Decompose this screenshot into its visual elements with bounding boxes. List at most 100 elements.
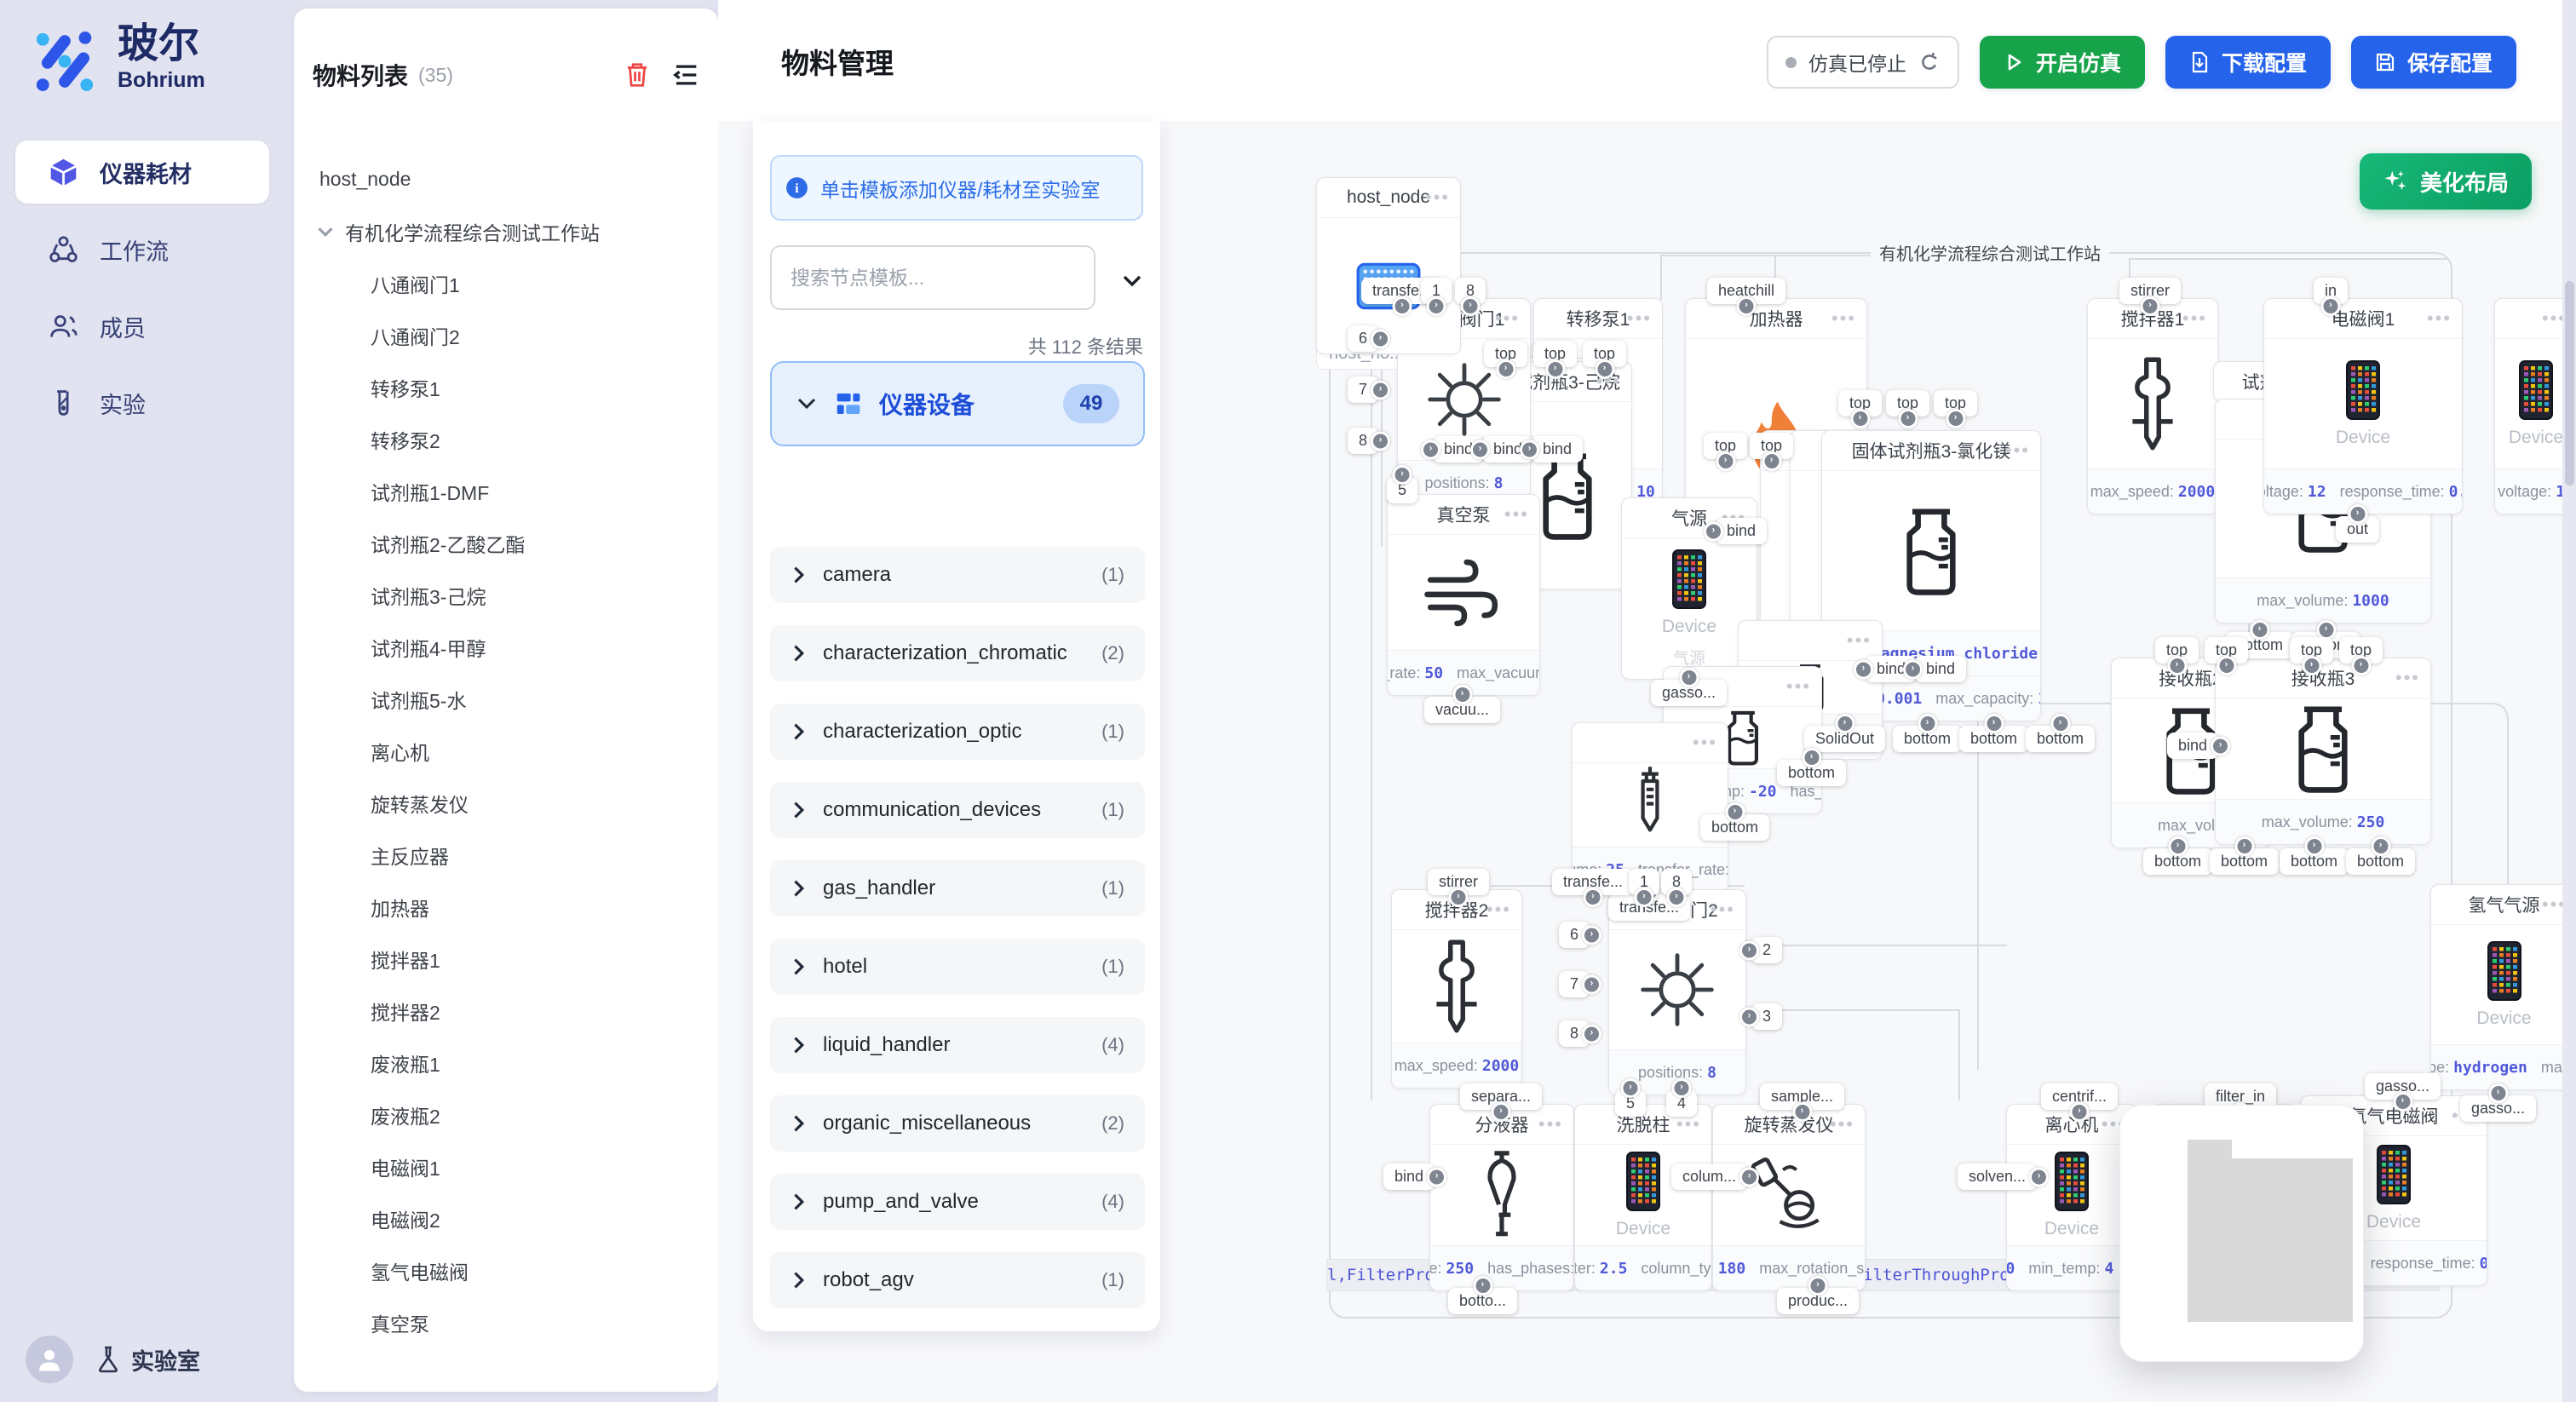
- port-connector-icon[interactable]: ›: [1903, 659, 1923, 679]
- beautify-layout-button[interactable]: 美化布局: [2360, 153, 2532, 210]
- port-connector-icon[interactable]: ›: [2070, 1102, 2090, 1122]
- node-menu-icon[interactable]: •••: [2395, 667, 2420, 689]
- node-title[interactable]: 加热器•••: [1686, 299, 1866, 339]
- port-chip-bottom[interactable]: bottom›: [1959, 726, 2028, 752]
- port-connector-icon[interactable]: ›: [1371, 380, 1390, 399]
- chevron-down-icon[interactable]: [313, 219, 338, 244]
- tree-item-试剂瓶2-乙酸乙酯[interactable]: 试剂瓶2-乙酸乙酯: [313, 517, 706, 569]
- tree-item-离心机[interactable]: 离心机: [313, 725, 706, 777]
- port-chip-top[interactable]: top›: [2339, 637, 2383, 664]
- category-instruments[interactable]: 仪器设备 49: [770, 361, 1145, 446]
- port-chip-top[interactable]: top›: [2205, 637, 2248, 664]
- node-title[interactable]: 固体试剂瓶3-氯化镁•••: [1822, 431, 2040, 471]
- port-connector-icon[interactable]: ›: [1582, 1024, 1601, 1043]
- collapse-list-icon[interactable]: [672, 62, 699, 88]
- port-connector-icon[interactable]: ›: [1393, 296, 1412, 316]
- port-connector-icon[interactable]: ›: [1725, 802, 1745, 822]
- tree-item-试剂瓶1-DMF[interactable]: 试剂瓶1-DMF: [313, 465, 706, 517]
- port-chip-bind[interactable]: bind›: [2167, 733, 2218, 759]
- port-chip-gasso[interactable]: gasso...›: [2365, 1073, 2441, 1100]
- port-chip-bottom[interactable]: bottom›: [1777, 760, 1846, 786]
- port-chip-7[interactable]: 7›: [1559, 971, 1590, 997]
- template-item-gas_handler[interactable]: gas_handler(1): [770, 860, 1145, 916]
- port-chip-5[interactable]: 5›: [1615, 1090, 1646, 1117]
- port-connector-icon[interactable]: ›: [1762, 451, 1781, 471]
- port-chip-bottom[interactable]: bottom›: [1700, 814, 1769, 841]
- port-chip-transfe[interactable]: transfe...›: [1552, 869, 1634, 895]
- port-chip-sample[interactable]: sample...›: [1760, 1083, 1844, 1110]
- port-connector-icon[interactable]: ›: [2168, 836, 2188, 856]
- port-connector-icon[interactable]: ›: [1716, 451, 1735, 471]
- sidebar-item-experiments[interactable]: 实验: [15, 371, 269, 434]
- node-title[interactable]: host_node•••: [1317, 178, 1460, 218]
- port-connector-icon[interactable]: ›: [1739, 1007, 1759, 1026]
- tree-item-有机化学流程综合测试工作站[interactable]: 有机化学流程综合测试工作站: [313, 205, 706, 257]
- port-connector-icon[interactable]: ›: [1452, 685, 1472, 704]
- template-item-pump_and_valve[interactable]: pump_and_valve(4): [770, 1174, 1145, 1230]
- port-connector-icon[interactable]: ›: [1371, 431, 1390, 451]
- tree-item-废液瓶2[interactable]: 废液瓶2: [313, 1089, 706, 1141]
- port-chip-produc[interactable]: produc...›: [1777, 1288, 1859, 1314]
- port-connector-icon[interactable]: ›: [1739, 1167, 1759, 1187]
- node-menu-icon[interactable]: •••: [2427, 307, 2452, 330]
- tree-item-转移泵2[interactable]: 转移泵2: [313, 413, 706, 465]
- template-item-characterization_chromatic[interactable]: characterization_chromatic(2): [770, 625, 1145, 681]
- port-connector-icon[interactable]: ›: [1635, 888, 1654, 907]
- port-chip-top[interactable]: top›: [1750, 433, 1793, 459]
- port-connector-icon[interactable]: ›: [1808, 1276, 1828, 1296]
- port-connector-icon[interactable]: ›: [1582, 974, 1601, 994]
- port-chip-bottom[interactable]: bottom›: [1893, 726, 1962, 752]
- port-chip-6[interactable]: 6›: [1559, 922, 1590, 948]
- template-search-input[interactable]: [770, 245, 1095, 310]
- port-connector-icon[interactable]: ›: [2234, 836, 2254, 856]
- tree-item-主反应器[interactable]: 主反应器: [313, 829, 706, 881]
- tree-item-氢气电磁阀[interactable]: 氢气电磁阀: [313, 1244, 706, 1296]
- port-connector-icon[interactable]: ›: [2250, 620, 2269, 640]
- tree-item-加热器[interactable]: 加热器: [313, 881, 706, 933]
- tree-item-真空泵[interactable]: 真空泵: [313, 1296, 706, 1348]
- port-connector-icon[interactable]: ›: [2371, 836, 2390, 856]
- port-connector-icon[interactable]: ›: [1371, 329, 1390, 348]
- node-menu-icon[interactable]: •••: [1693, 732, 1717, 754]
- node-title[interactable]: •••: [1739, 621, 1882, 661]
- port-connector-icon[interactable]: ›: [1520, 440, 1539, 459]
- port-chip-8[interactable]: 8›: [1348, 428, 1378, 454]
- port-chip-stirrer[interactable]: stirrer›: [1428, 869, 1489, 895]
- port-chip-colum[interactable]: colum...›: [1671, 1164, 1747, 1190]
- port-connector-icon[interactable]: ›: [2348, 504, 2367, 524]
- port-connector-icon[interactable]: ›: [1835, 714, 1854, 733]
- node-title[interactable]: 电磁阀1•••: [2264, 299, 2462, 339]
- port-chip-top[interactable]: top›: [1886, 390, 1929, 417]
- port-connector-icon[interactable]: ›: [2304, 836, 2324, 856]
- port-chip-top[interactable]: top›: [1484, 341, 1527, 367]
- node-洗脱柱[interactable]: 洗脱柱•••Devicediameter: 2.5column_type: si: [1574, 1104, 1712, 1291]
- port-chip-bottom[interactable]: bottom›: [2143, 848, 2212, 875]
- port-connector-icon[interactable]: ›: [2050, 714, 2070, 733]
- port-chip-gasso[interactable]: gasso...›: [2460, 1095, 2536, 1122]
- port-chip-top[interactable]: top›: [2155, 637, 2199, 664]
- port-chip-bind[interactable]: bind›: [1383, 1164, 1435, 1190]
- refresh-icon[interactable]: [1918, 51, 1941, 73]
- port-chip-stirrer[interactable]: stirrer›: [2119, 278, 2181, 304]
- node-menu-icon[interactable]: •••: [1538, 1113, 1563, 1135]
- node-搅拌器1[interactable]: 搅拌器1•••max_speed: 2000: [2087, 298, 2218, 514]
- port-connector-icon[interactable]: ›: [1854, 659, 1873, 679]
- port-connector-icon[interactable]: ›: [1704, 521, 1723, 541]
- node-title[interactable]: 旋转蒸发仪•••: [1713, 1105, 1865, 1145]
- tree-item-电磁阀1[interactable]: 电磁阀1: [313, 1141, 706, 1192]
- port-connector-icon[interactable]: ›: [2393, 1092, 2412, 1112]
- tree-item-电磁阀2[interactable]: 电磁阀2: [313, 1192, 706, 1244]
- port-connector-icon[interactable]: ›: [1621, 1078, 1641, 1098]
- save-config-button[interactable]: 保存配置: [2351, 36, 2516, 89]
- tree-item-废液瓶1[interactable]: 废液瓶1: [313, 1037, 706, 1089]
- node-menu-icon[interactable]: •••: [1831, 307, 1856, 330]
- port-connector-icon[interactable]: ›: [2029, 1167, 2049, 1187]
- start-simulation-button[interactable]: 开启仿真: [1980, 36, 2145, 89]
- port-connector-icon[interactable]: ›: [1449, 888, 1469, 907]
- node-menu-icon[interactable]: •••: [1504, 503, 1529, 526]
- node-title[interactable]: 转移泵1•••: [1534, 299, 1662, 339]
- port-chip-bottom[interactable]: bottom›: [2026, 726, 2095, 752]
- port-chip-separa[interactable]: separa...›: [1460, 1083, 1542, 1110]
- port-connector-icon[interactable]: ›: [1679, 668, 1699, 687]
- tree-item-试剂瓶3-己烷[interactable]: 试剂瓶3-己烷: [313, 569, 706, 621]
